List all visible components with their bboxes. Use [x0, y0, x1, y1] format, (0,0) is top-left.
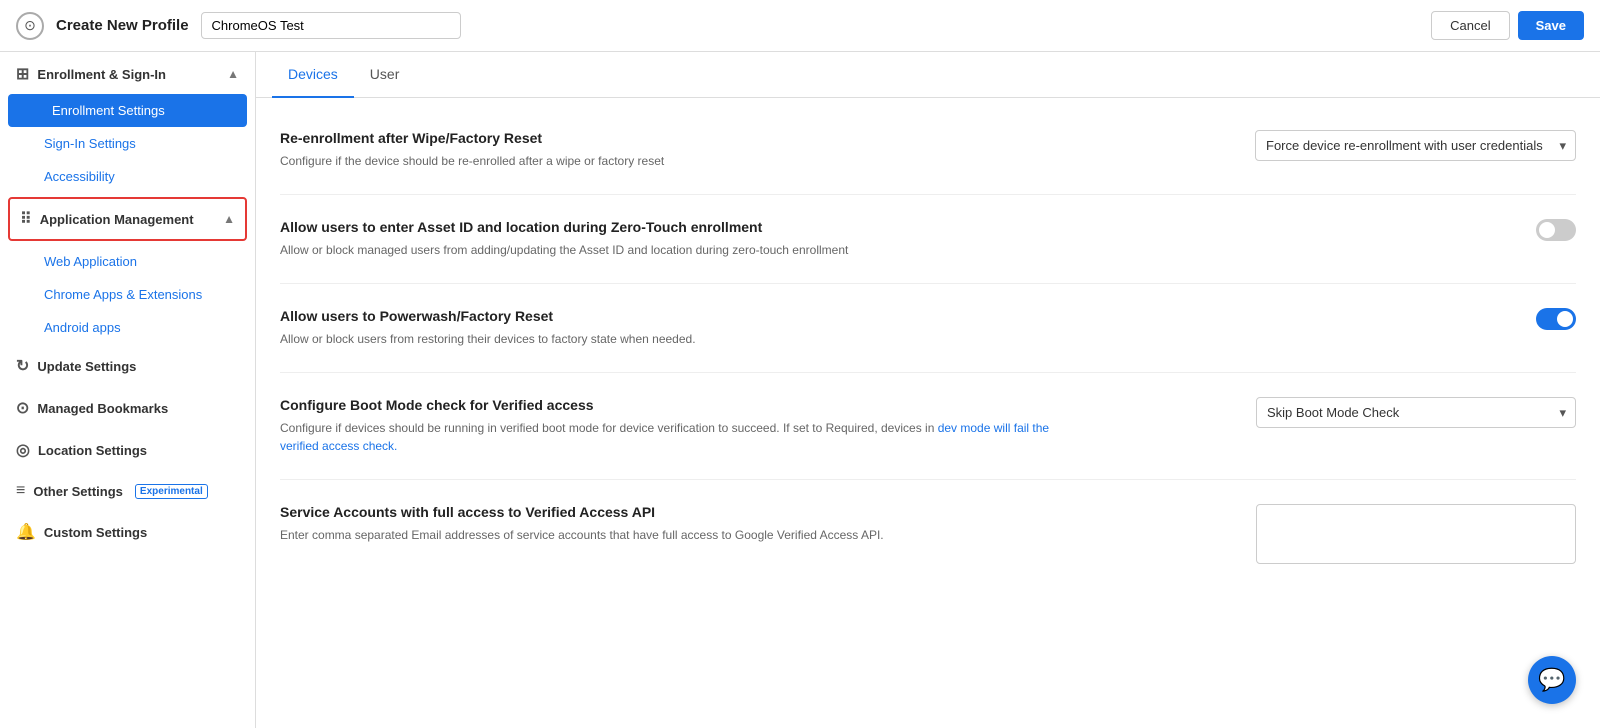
setting-reenrollment: Re-enrollment after Wipe/Factory Reset C…	[280, 106, 1576, 195]
powerwash-toggle[interactable]	[1536, 308, 1576, 330]
boot-mode-dropdown-wrapper: Skip Boot Mode Check Required	[1256, 397, 1576, 428]
sidebar-section-application-label: Application Management	[40, 212, 194, 227]
reenrollment-dropdown-wrapper: Force device re-enrollment with user cre…	[1255, 130, 1576, 161]
sidebar-section-update-settings[interactable]: ↻ Update Settings	[0, 344, 255, 386]
powerwash-toggle-slider	[1536, 308, 1576, 330]
app-logo-icon: ⊙	[16, 12, 44, 40]
sidebar-section-update-label: Update Settings	[37, 359, 136, 374]
sidebar-section-bookmarks-label: Managed Bookmarks	[37, 401, 168, 416]
service-accounts-textarea[interactable]	[1256, 504, 1576, 564]
powerwash-description: Allow or block users from restoring thei…	[280, 330, 1060, 348]
apps-icon: ⠿	[20, 209, 32, 229]
sidebar-section-location-settings[interactable]: ◎ Location Settings	[0, 428, 255, 470]
chevron-up-icon: ▲	[227, 67, 239, 81]
sidebar-item-android-apps[interactable]: Android apps	[0, 311, 255, 344]
main-layout: ⊞ Enrollment & Sign-In ▲ Enrollment Sett…	[0, 52, 1600, 728]
application-sub-items: Web Application Chrome Apps & Extensions…	[0, 245, 255, 344]
sidebar-item-enrollment-settings[interactable]: Enrollment Settings	[8, 94, 247, 127]
boot-mode-dropdown[interactable]: Skip Boot Mode Check Required	[1256, 397, 1576, 428]
sidebar-section-custom-label: Custom Settings	[44, 525, 147, 540]
sidebar-section-enrollment[interactable]: ⊞ Enrollment & Sign-In ▲	[0, 52, 255, 94]
boot-mode-title: Configure Boot Mode check for Verified a…	[280, 397, 1060, 413]
sidebar-section-enrollment-label: Enrollment & Sign-In	[37, 67, 166, 82]
asset-id-title: Allow users to enter Asset ID and locati…	[280, 219, 1060, 235]
powerwash-title: Allow users to Powerwash/Factory Reset	[280, 308, 1060, 324]
sidebar-item-chrome-apps[interactable]: Chrome Apps & Extensions	[0, 278, 255, 311]
sidebar-item-web-application[interactable]: Web Application	[0, 245, 255, 278]
asset-id-toggle-slider	[1536, 219, 1576, 241]
chat-fab-button[interactable]: 💬	[1528, 656, 1576, 704]
asset-id-description: Allow or block managed users from adding…	[280, 241, 1060, 259]
sidebar-item-accessibility[interactable]: Accessibility	[0, 160, 255, 193]
grid-icon: ⊞	[16, 64, 29, 84]
reenrollment-dropdown[interactable]: Force device re-enrollment with user cre…	[1255, 130, 1576, 161]
sidebar: ⊞ Enrollment & Sign-In ▲ Enrollment Sett…	[0, 52, 256, 728]
sidebar-section-custom-settings[interactable]: 🔔 Custom Settings	[0, 510, 255, 552]
reenrollment-control: Force device re-enrollment with user cre…	[1255, 130, 1576, 161]
setting-asset-id: Allow users to enter Asset ID and locati…	[280, 195, 1576, 284]
location-icon: ◎	[16, 440, 30, 460]
topbar-left: ⊙ Create New Profile	[16, 12, 461, 40]
enrollment-sub-items: Enrollment Settings Sign-In Settings Acc…	[0, 94, 255, 193]
topbar-buttons: Cancel Save	[1431, 11, 1584, 40]
tab-user[interactable]: User	[354, 52, 416, 98]
asset-id-control	[1536, 219, 1576, 241]
tab-devices[interactable]: Devices	[272, 52, 354, 98]
sidebar-section-other-label: Other Settings	[33, 484, 123, 499]
reenrollment-title: Re-enrollment after Wipe/Factory Reset	[280, 130, 1060, 146]
sidebar-section-application-management-wrapper: ⠿ Application Management ▲	[8, 197, 247, 241]
boot-mode-link: dev mode will fail the verified access c…	[280, 421, 1049, 453]
setting-boot-mode: Configure Boot Mode check for Verified a…	[280, 373, 1576, 480]
sidebar-section-managed-bookmarks[interactable]: ⊙ Managed Bookmarks	[0, 386, 255, 428]
tabs-bar: Devices User	[256, 52, 1600, 98]
cancel-button[interactable]: Cancel	[1431, 11, 1509, 40]
sidebar-item-signin-settings[interactable]: Sign-In Settings	[0, 127, 255, 160]
chevron-up-icon-app: ▲	[223, 212, 235, 226]
reenrollment-description: Configure if the device should be re-enr…	[280, 152, 1060, 170]
bell-icon: 🔔	[16, 522, 36, 542]
sliders-icon: ≡	[16, 482, 25, 500]
sidebar-section-other-settings[interactable]: ≡ Other Settings Experimental	[0, 470, 255, 510]
service-accounts-control	[1256, 504, 1576, 564]
refresh-icon: ↻	[16, 356, 29, 376]
bookmark-icon: ⊙	[16, 398, 29, 418]
service-accounts-description: Enter comma separated Email addresses of…	[280, 526, 1060, 544]
setting-powerwash: Allow users to Powerwash/Factory Reset A…	[280, 284, 1576, 373]
profile-name-input[interactable]	[201, 12, 461, 39]
settings-content: Re-enrollment after Wipe/Factory Reset C…	[256, 98, 1600, 596]
asset-id-toggle[interactable]	[1536, 219, 1576, 241]
boot-mode-description: Configure if devices should be running i…	[280, 419, 1060, 455]
chat-icon: 💬	[1538, 667, 1565, 693]
powerwash-control	[1536, 308, 1576, 330]
content-area: Devices User Re-enrollment after Wipe/Fa…	[256, 52, 1600, 728]
boot-mode-control: Skip Boot Mode Check Required	[1256, 397, 1576, 428]
sidebar-section-application-management[interactable]: ⠿ Application Management ▲	[10, 199, 245, 239]
page-title: Create New Profile	[56, 17, 189, 34]
service-accounts-title: Service Accounts with full access to Ver…	[280, 504, 1060, 520]
topbar: ⊙ Create New Profile Cancel Save	[0, 0, 1600, 52]
sidebar-section-location-label: Location Settings	[38, 443, 147, 458]
save-button[interactable]: Save	[1518, 11, 1584, 40]
setting-service-accounts: Service Accounts with full access to Ver…	[280, 480, 1576, 588]
experimental-badge: Experimental	[135, 484, 208, 499]
